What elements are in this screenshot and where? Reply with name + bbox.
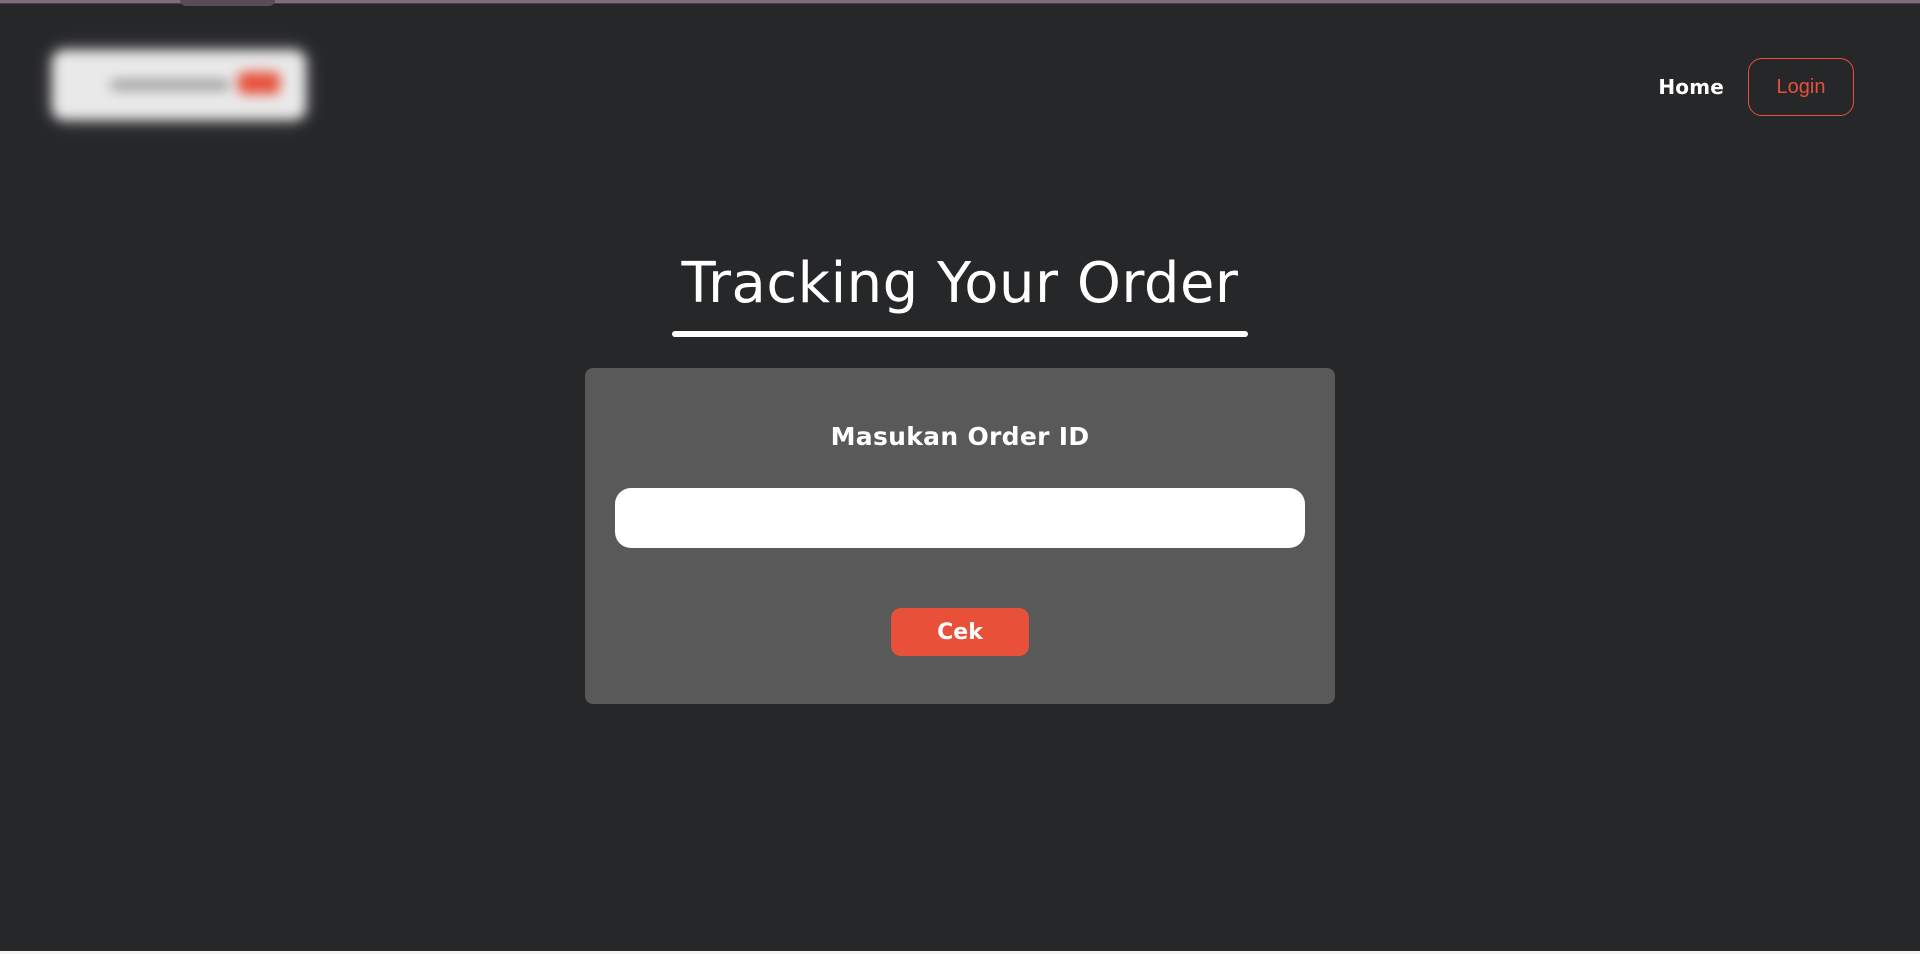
login-button[interactable]: Login — [1748, 58, 1854, 116]
logo-wordmark-shape — [110, 80, 230, 90]
title-underline — [672, 331, 1248, 337]
nav-home-link[interactable]: Home — [1658, 75, 1724, 99]
site-logo[interactable] — [52, 50, 306, 120]
top-border-strip — [0, 0, 1920, 4]
top-tab-indicator — [180, 0, 275, 6]
page-title: Tracking Your Order — [681, 251, 1239, 316]
order-id-label: Masukan Order ID — [830, 422, 1090, 451]
page: Home Login Tracking Your Order Masukan O… — [0, 0, 1920, 951]
cek-button[interactable]: Cek — [891, 608, 1029, 656]
logo-accent-shape — [238, 72, 280, 94]
tracking-form-card: Masukan Order ID Cek — [585, 368, 1335, 704]
order-id-input[interactable] — [615, 488, 1305, 548]
main-nav: Home Login — [1658, 58, 1854, 116]
